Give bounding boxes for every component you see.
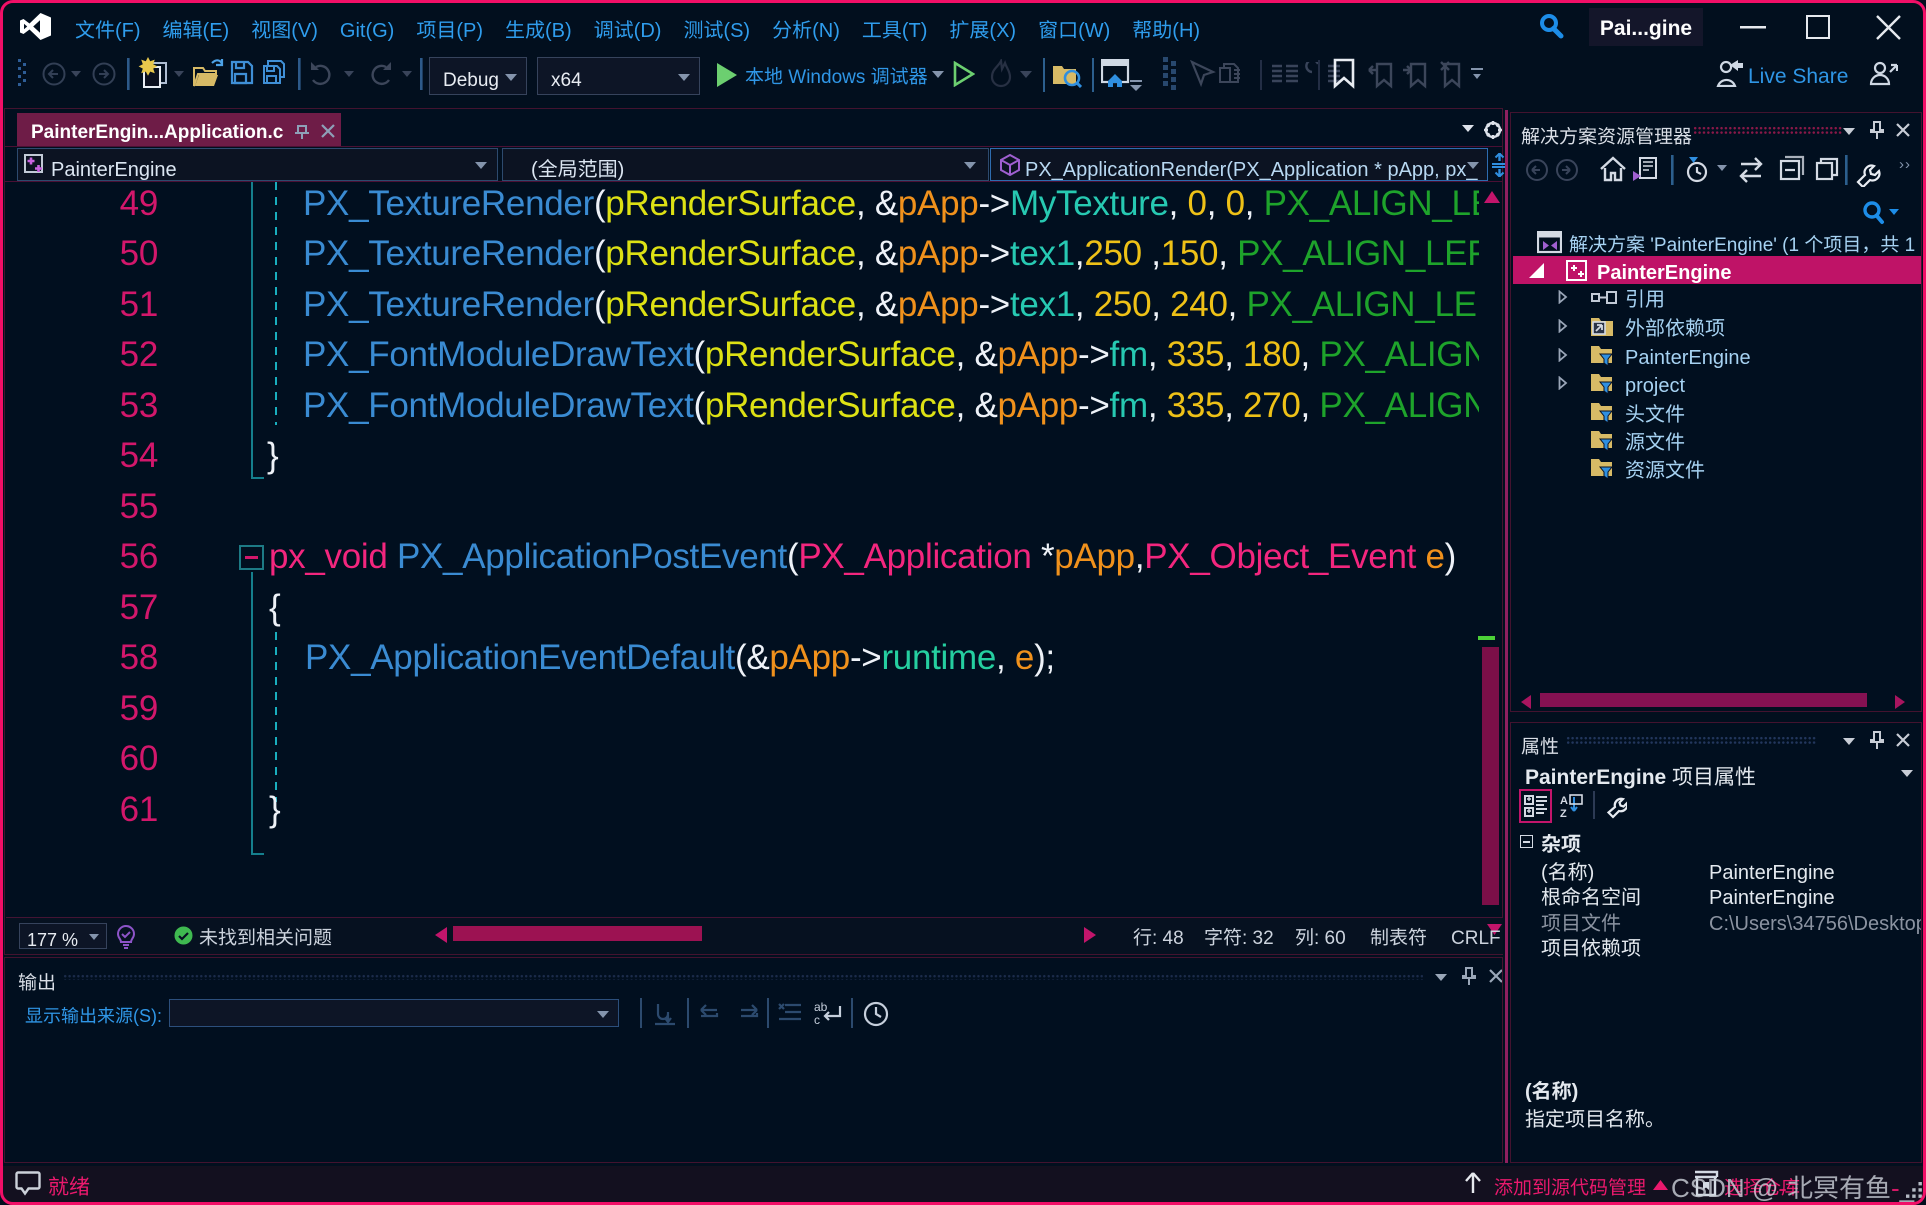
svg-text:ab: ab: [814, 1000, 828, 1014]
svg-text:Z: Z: [1560, 808, 1567, 819]
svg-text:A: A: [1560, 795, 1568, 807]
svg-text:c: c: [814, 1013, 820, 1027]
